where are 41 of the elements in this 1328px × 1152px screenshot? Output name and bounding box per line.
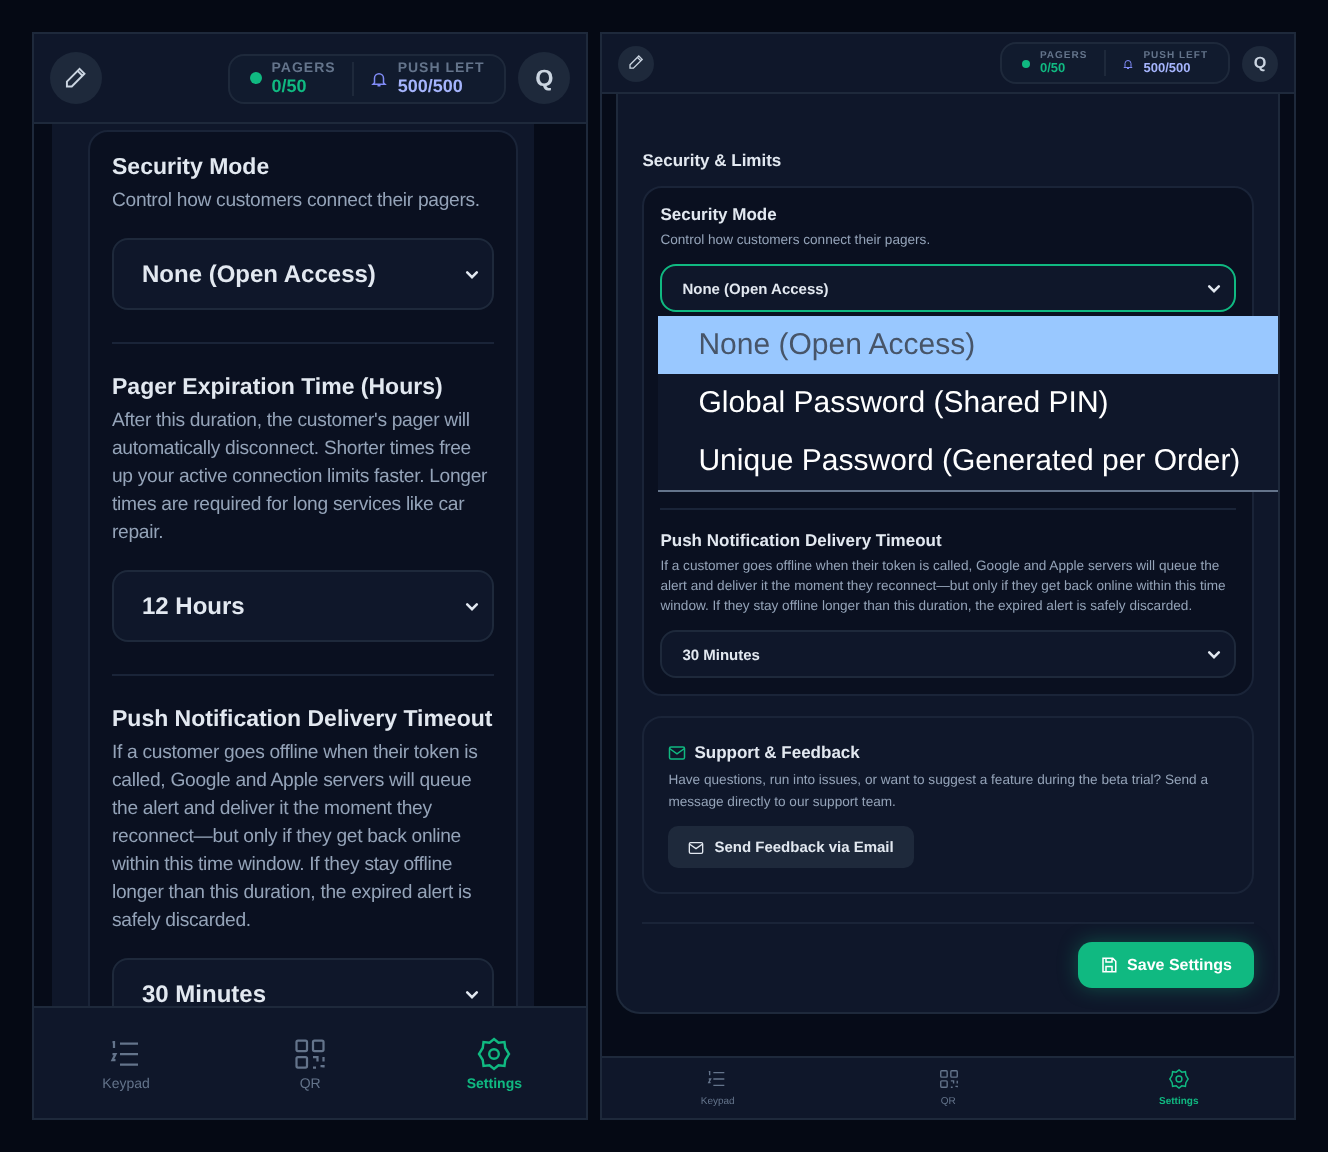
search-button[interactable]: Q [1242, 45, 1278, 81]
bell-icon [1121, 57, 1134, 69]
field-label: Push Notification Delivery Timeout [112, 708, 495, 732]
field-description: After this duration, the customer's pager will automatically disconnect. Shorter times free up your active connection limits faster. Longer times are required for long services like car repair. [112, 408, 490, 548]
dropdown-option[interactable]: None (Open Access) [658, 316, 1278, 374]
bell-icon [369, 69, 388, 87]
dropdown-option[interactable]: Global Password (Shared PIN) [658, 374, 1278, 432]
qr-code-icon [295, 1038, 325, 1068]
chevron-down-icon [1206, 280, 1222, 296]
field-label: Security Mode [112, 156, 272, 180]
search-button[interactable]: Q [518, 52, 571, 104]
edit-button[interactable] [618, 45, 655, 81]
field-description: Control how customers connect their pagers. [112, 188, 482, 216]
settings-icon [1168, 1068, 1189, 1090]
numbered-list-icon [110, 1039, 140, 1065]
status-dot-icon [1021, 59, 1030, 67]
dropdown-field[interactable]: 12 Hours [112, 570, 495, 642]
settings-icon [477, 1036, 511, 1070]
dropdown-option[interactable]: Unique Password (Generated per Order) [658, 432, 1278, 490]
chevron-down-icon [464, 266, 481, 282]
envelope-icon [688, 839, 705, 855]
section-title: Security & Limits [642, 150, 784, 170]
numbered-list-icon [708, 1071, 726, 1087]
support-title: Support & Feedback [694, 742, 860, 762]
chevron-down-icon [464, 598, 481, 614]
stat-value: 500/500 [397, 75, 465, 95]
envelope-icon [668, 743, 687, 761]
field-label: Security Mode [660, 204, 779, 224]
field-description: If a customer goes offline when their token is called, Google and Apple servers will queue the alert and deliver it the moment they reconnect—but only if they get back online within this time window. If they stay offline longer than this duration, the expired alert is safely discarded. [112, 740, 480, 936]
pencil-icon [64, 66, 88, 90]
dropdown-field[interactable]: None (Open Access) [112, 238, 495, 310]
dropdown-field[interactable]: 30 Minutes [112, 958, 495, 1006]
edit-button[interactable] [50, 52, 102, 104]
field-label: Push Notification Delivery Timeout [660, 530, 944, 550]
pencil-icon [628, 54, 645, 72]
qr-code-icon [939, 1070, 958, 1088]
field-label: Pager Expiration Time (Hours) [112, 376, 445, 400]
chevron-down-icon [1206, 646, 1222, 662]
chevron-down-icon [464, 986, 481, 1002]
stat-value: 0/50 [271, 75, 309, 95]
status-dot-icon [249, 72, 262, 84]
